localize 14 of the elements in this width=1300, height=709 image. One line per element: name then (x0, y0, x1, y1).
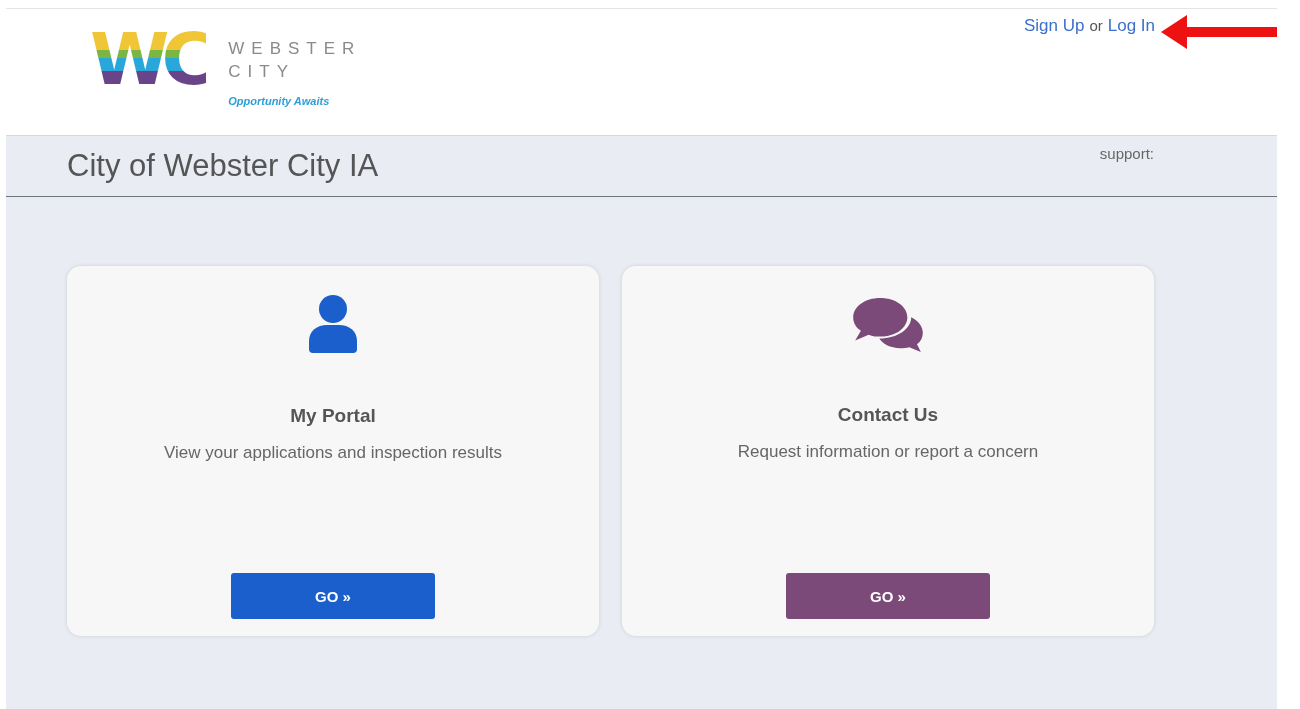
sign-up-link[interactable]: Sign Up (1023, 16, 1085, 36)
go-button[interactable]: GO » (786, 573, 990, 619)
card-title: Contact Us (837, 404, 939, 426)
logo-name: WEBSTER (228, 38, 362, 60)
card-description: Request information or report a concern (737, 442, 1039, 462)
go-button[interactable]: GO » (231, 573, 435, 619)
page-title: City of Webster City IA (67, 148, 379, 184)
card-title: My Portal (290, 405, 376, 427)
card-description: View your applications and inspection results (164, 443, 502, 463)
logo-tagline: Opportunity Awaits (228, 95, 331, 107)
log-in-link[interactable]: Log In (1107, 16, 1155, 36)
support-label: support: (1099, 145, 1154, 162)
separator-text: or (1089, 17, 1103, 34)
logo-name: CITY (228, 61, 296, 83)
